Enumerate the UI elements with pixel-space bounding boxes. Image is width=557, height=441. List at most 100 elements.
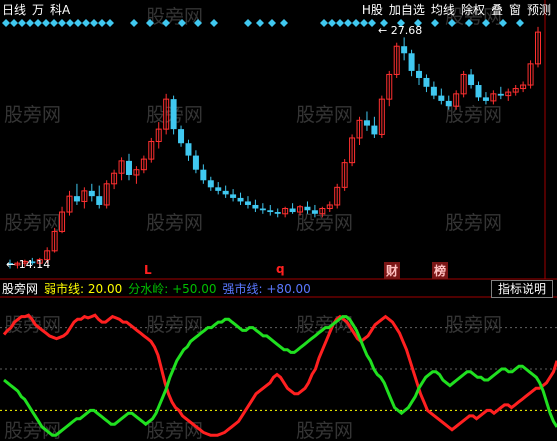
stock-code-label: 万 — [32, 3, 45, 17]
indicator-guides — [0, 327, 557, 411]
candle-body — [430, 86, 437, 96]
candle-body — [304, 206, 311, 211]
signal-diamond — [34, 19, 42, 27]
candle-body — [244, 201, 251, 205]
candle-body — [416, 70, 423, 78]
signal-diamond — [42, 19, 50, 27]
signal-diamond — [194, 19, 202, 27]
stock-name-label: 科A — [50, 3, 71, 17]
chart-canvas[interactable] — [0, 0, 557, 441]
signal-diamond — [320, 19, 328, 27]
signal-diamond-row — [2, 19, 524, 27]
candle-body — [408, 53, 415, 71]
signal-diamond — [50, 19, 58, 27]
candle-body — [468, 74, 475, 86]
signal-diamond — [18, 19, 26, 27]
candle-body — [445, 100, 452, 107]
low-price-label: ← 14.14 — [6, 258, 51, 271]
candle-body — [438, 95, 445, 101]
event-marker-l[interactable]: L — [144, 263, 152, 277]
candle-body — [207, 180, 214, 188]
candle-body — [215, 187, 222, 191]
indicator-description-button[interactable]: 指标说明 — [490, 280, 553, 298]
signal-diamond — [82, 19, 90, 27]
signal-diamond — [431, 19, 439, 27]
candle-body — [252, 204, 259, 209]
ex-rights-button[interactable]: 除权 — [461, 1, 485, 18]
candle-body — [274, 212, 281, 214]
candle-body — [259, 208, 266, 211]
candle-body — [222, 190, 229, 195]
add-watchlist-button[interactable]: 加自选 — [389, 1, 425, 18]
signal-diamond — [90, 19, 98, 27]
signal-diamond — [130, 19, 138, 27]
signal-diamond — [58, 19, 66, 27]
signal-diamond — [516, 19, 524, 27]
toolbar-right: H股 加自选 均线 除权 叠 窗 预测 — [362, 1, 551, 18]
candle-body — [497, 93, 504, 96]
candle-body — [371, 125, 378, 135]
candle-body — [185, 143, 192, 156]
candle-body — [73, 196, 80, 202]
signal-diamond — [499, 19, 507, 27]
signal-diamond — [256, 19, 264, 27]
forecast-button[interactable]: 预测 — [527, 1, 551, 18]
signal-diamond — [146, 19, 154, 27]
signal-diamond — [268, 19, 276, 27]
signal-diamond — [244, 19, 252, 27]
high-price-label: ← 27.68 — [378, 24, 423, 37]
signal-diamond — [2, 19, 10, 27]
candle-body — [96, 196, 103, 205]
signal-diamond — [178, 19, 186, 27]
candle-body — [88, 190, 95, 197]
signal-diamond — [368, 19, 376, 27]
candlestick-series — [7, 26, 541, 269]
low-price-value: 14.14 — [18, 258, 51, 271]
signal-diamond — [360, 19, 368, 27]
window-button[interactable]: 窗 — [509, 1, 521, 18]
signal-diamond — [280, 19, 288, 27]
chart-window: 股旁网 股旁网 股旁网 股旁网 股旁网 股旁网 股旁网 股旁网 股旁网 股旁网 … — [0, 0, 557, 441]
candle-body — [230, 194, 237, 198]
signal-diamond — [328, 19, 336, 27]
moving-average-button[interactable]: 均线 — [431, 1, 455, 18]
candle-body — [267, 210, 274, 213]
high-price-value: 27.68 — [390, 24, 423, 37]
signal-diamond — [26, 19, 34, 27]
signal-diamond — [465, 19, 473, 27]
candle-body — [475, 85, 482, 98]
signal-diamond — [66, 19, 74, 27]
overlay-button[interactable]: 叠 — [491, 1, 503, 18]
h-share-button[interactable]: H股 — [362, 1, 383, 18]
candle-body — [237, 197, 244, 202]
indicator-name[interactable]: 股旁网 — [2, 280, 38, 297]
signal-diamond — [74, 19, 82, 27]
signal-diamond — [482, 19, 490, 27]
candle-body — [423, 77, 430, 87]
signal-diamond — [10, 19, 18, 27]
event-marker-finance[interactable]: 财 — [384, 262, 401, 279]
event-marker-q[interactable]: q — [276, 262, 285, 276]
candle-body — [170, 99, 177, 130]
candle-body — [289, 208, 296, 213]
signal-diamond — [98, 19, 106, 27]
signal-diamond — [352, 19, 360, 27]
period-daily-button[interactable]: 日线 — [2, 1, 26, 18]
signal-diamond — [336, 19, 344, 27]
candle-body — [125, 160, 132, 175]
watershed-line-label: 分水岭: +50.00 — [128, 282, 217, 296]
signal-diamond — [344, 19, 352, 27]
candle-body — [192, 155, 199, 170]
indicator-header: 股旁网 弱市线: 20.00 分水岭: +50.00 强市线: +80.00 — [0, 280, 557, 297]
candle-body — [178, 129, 185, 144]
toolbar-left: 日线 万 科A — [2, 1, 70, 18]
candle-body — [311, 210, 318, 214]
candle-body — [363, 120, 370, 126]
strong-market-line-label: 强市线: +80.00 — [222, 282, 311, 296]
event-marker-list[interactable]: 榜 — [432, 262, 449, 279]
candle-body — [482, 97, 489, 101]
candle-body — [200, 169, 207, 181]
weak-market-line-label: 弱市线: 20.00 — [44, 282, 123, 296]
candle-body — [401, 46, 408, 54]
signal-diamond — [162, 19, 170, 27]
